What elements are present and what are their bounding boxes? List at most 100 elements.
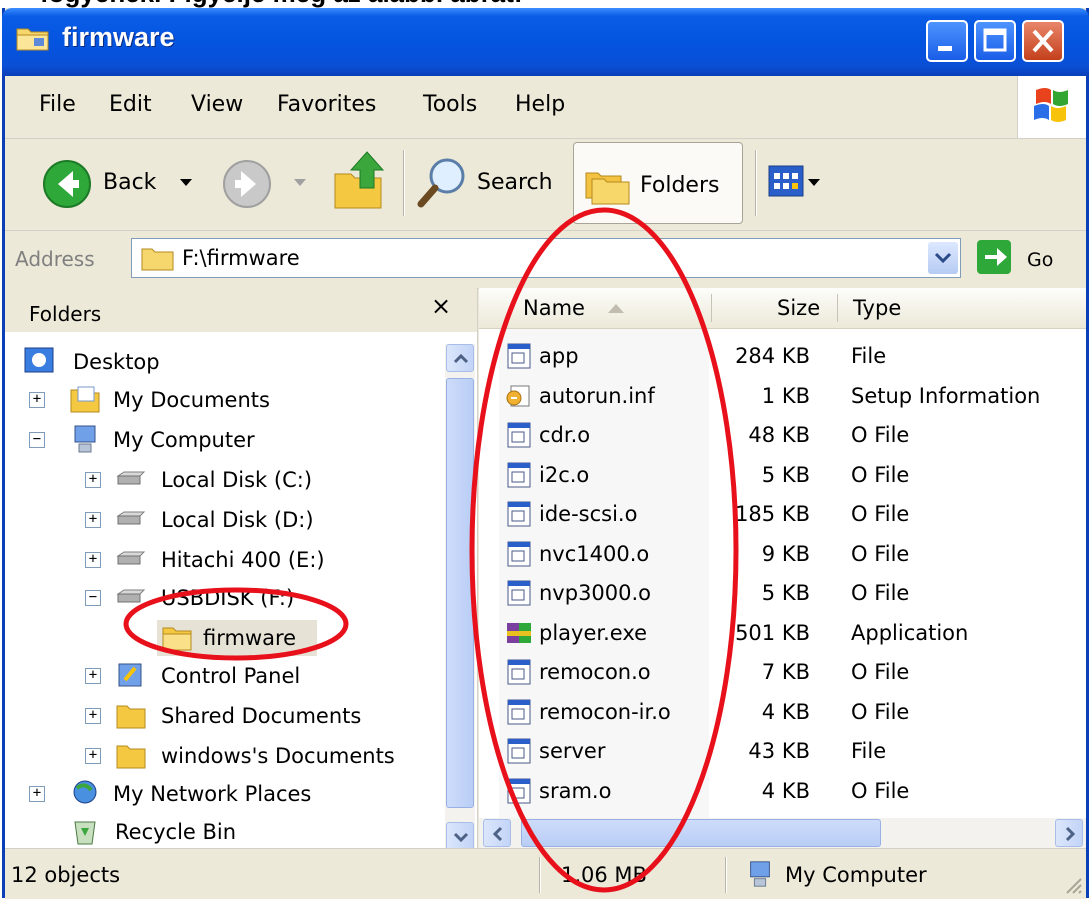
back-label: Back [103,170,157,195]
address-value: F:\firmware [182,246,300,270]
menu-view[interactable]: View [191,92,243,117]
folder-icon [116,705,146,729]
column-name[interactable]: Name [523,296,585,320]
menu-help[interactable]: Help [515,92,565,117]
forward-arrow-icon [223,160,271,208]
file-icon [505,421,533,449]
file-row[interactable]: cdr.o 48 KB O File [479,417,1086,457]
column-size[interactable]: Size [777,296,820,320]
column-separator[interactable] [711,294,712,322]
folder-icon [116,745,146,769]
maximize-button[interactable] [974,20,1016,62]
file-name: i2c.o [539,462,590,487]
views-icon [768,165,804,197]
file-row[interactable]: remocon-ir.o 4 KB O File [479,694,1086,734]
chevron-down-icon [934,252,952,264]
chevron-left-icon [492,826,503,842]
expand-icon[interactable]: + [85,668,101,684]
resize-grip-icon[interactable] [1063,875,1083,895]
file-icon [505,540,533,568]
folder-icon [141,248,174,271]
forward-button[interactable] [221,156,321,212]
close-button[interactable] [1022,20,1064,62]
scroll-left-button[interactable] [483,819,511,847]
file-row[interactable]: server 43 KB File [479,733,1086,773]
file-type: O File [851,462,910,487]
menu-favorites[interactable]: Favorites [277,92,376,117]
file-type: File [851,344,887,368]
title-bar[interactable]: firmware [2,8,1089,76]
back-dropdown-icon[interactable] [179,178,193,188]
views-button[interactable] [767,164,827,204]
expand-icon[interactable]: + [85,512,101,528]
file-row[interactable]: remocon.o 7 KB O File [479,654,1086,694]
expand-icon[interactable]: + [85,552,101,568]
expand-icon[interactable]: + [85,708,101,724]
folder-up-icon [334,151,385,209]
collapse-icon[interactable]: − [29,432,45,448]
tree-label: Hitachi 400 (E:) [161,548,325,572]
folders-icon [585,172,630,205]
file-size: 7 KB [761,660,810,684]
file-row[interactable]: autorun.inf 1 KB Setup Information [479,378,1086,418]
file-list: Name Size Type app 284 KB File autorun.inf 1… [479,288,1086,848]
up-button[interactable] [331,148,391,218]
file-row[interactable]: sram.o 4 KB O File [479,773,1086,813]
folder-icon [162,627,192,651]
menu-edit[interactable]: Edit [109,92,152,117]
collapse-icon[interactable]: − [85,590,101,606]
tree-label: firmware [203,626,297,650]
back-button[interactable]: Back [33,156,193,212]
file-name: player.exe [539,620,648,645]
close-pane-button[interactable]: × [431,292,451,320]
scroll-down-button[interactable] [446,822,474,850]
tree-item-firmware[interactable]: firmware [157,620,317,656]
file-name: nvc1400.o [539,541,650,566]
go-label: Go [1027,249,1054,271]
scroll-thumb[interactable] [521,819,881,847]
scroll-thumb[interactable] [446,378,474,808]
scroll-right-button[interactable] [1055,819,1083,847]
forward-dropdown-icon[interactable] [293,178,307,188]
tree-label: Desktop [73,350,160,374]
horizontal-scrollbar[interactable] [479,818,1086,848]
file-row[interactable]: nvp3000.o 5 KB O File [479,575,1086,615]
folders-button[interactable]: Folders [573,142,743,224]
file-row[interactable]: nvc1400.o 9 KB O File [479,536,1086,576]
file-name: app [539,344,579,368]
file-icon [505,500,533,528]
file-icon [505,579,533,607]
menu-file[interactable]: File [39,92,76,117]
menu-tools[interactable]: Tools [423,92,477,117]
file-row[interactable]: player.exe 501 KB Application [479,615,1086,655]
file-row[interactable]: i2c.o 5 KB O File [479,457,1086,497]
file-size: 43 KB [748,739,810,763]
file-row[interactable]: app 284 KB File [479,338,1086,378]
column-separator[interactable] [837,294,838,322]
address-label: Address [15,247,95,271]
expand-icon[interactable]: + [85,748,101,764]
search-button[interactable]: Search [415,150,565,216]
scroll-up-button[interactable] [446,344,474,372]
go-button[interactable]: Go [975,238,1075,278]
tree-label: Local Disk (D:) [161,508,314,532]
file-type: O File [851,660,910,684]
address-dropdown-button[interactable] [928,242,958,274]
maximize-icon [983,28,1007,52]
tree-label: My Network Places [113,782,312,806]
address-input[interactable]: F:\firmware [131,238,961,278]
drive-icon [116,471,146,485]
minimize-button[interactable] [926,20,968,62]
expand-icon[interactable]: + [29,786,45,802]
explorer-window: firmware File Edit View Favorites Tools … [2,8,1089,899]
file-row[interactable]: ide-scsi.o 185 KB O File [479,496,1086,536]
setup-info-icon [505,382,533,410]
folders-scrollbar[interactable] [445,344,475,852]
application-icon [505,619,533,647]
folder-icon [16,28,49,51]
expand-icon[interactable]: + [29,392,45,408]
expand-icon[interactable]: + [85,472,101,488]
views-dropdown-icon [808,179,820,186]
windows-flag-icon [1034,88,1068,122]
column-type[interactable]: Type [853,296,901,320]
